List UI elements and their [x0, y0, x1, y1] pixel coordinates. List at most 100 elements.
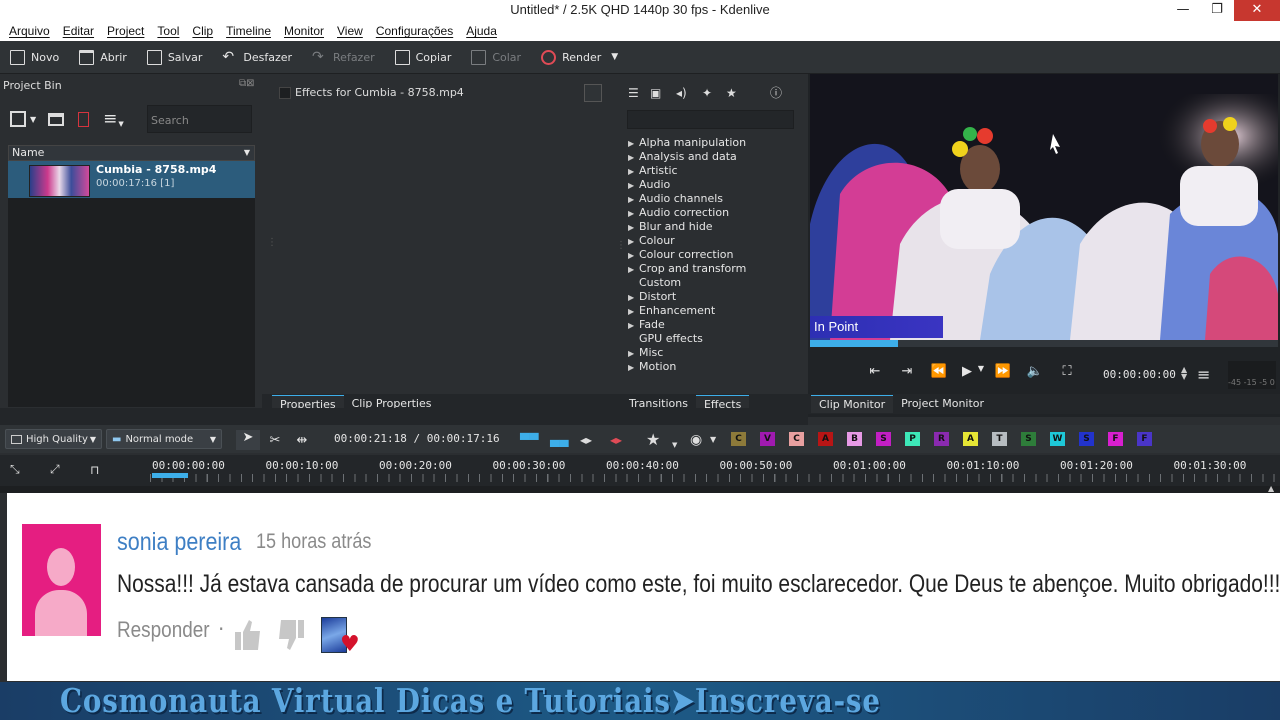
monitor-seek-bar[interactable] [810, 340, 1278, 347]
chevron-down-icon[interactable]: ▼ [672, 441, 690, 449]
splitter-handle[interactable]: ⋮ [267, 238, 277, 248]
overwrite-icon[interactable]: ▄▄ [550, 433, 580, 447]
compare-button[interactable] [584, 84, 602, 102]
copy-button[interactable]: Copiar [394, 49, 451, 65]
thumbs-up-icon[interactable] [235, 618, 261, 655]
color-label-s[interactable]: S [1021, 432, 1036, 446]
effect-category[interactable]: ▶ Motion [628, 360, 804, 374]
zoom-fit-icon[interactable]: ⤡ [10, 462, 50, 477]
marker-icon[interactable]: ◉ [690, 432, 710, 448]
set-zone-out-icon[interactable]: ⇥ [896, 364, 918, 384]
forward-icon[interactable]: ⏩ [992, 364, 1014, 384]
effect-category[interactable]: ▶ Distort [628, 290, 804, 304]
menu-monitor[interactable]: Monitor [284, 24, 324, 38]
timecode-spinner[interactable]: ▲ ▼ [1181, 366, 1187, 381]
favorite-effect-icon[interactable]: ★ [646, 430, 672, 449]
color-label-a[interactable]: A [818, 432, 833, 446]
float-close-icons[interactable]: ⧉⊠ [239, 78, 255, 89]
effects-search-input[interactable] [627, 110, 794, 129]
extract-icon[interactable]: ◂▸ [610, 433, 646, 447]
effect-category[interactable]: Custom [628, 276, 804, 290]
chevron-down-icon[interactable]: ▼ [30, 115, 36, 124]
video-preview[interactable] [810, 74, 1278, 340]
color-label-f[interactable]: F [1137, 432, 1152, 446]
comment-timestamp[interactable]: 15 horas atrás [256, 530, 371, 554]
video-effects-icon[interactable]: ▣ [650, 86, 676, 100]
effect-category[interactable]: ▶ Crop and transform [628, 262, 804, 276]
scroll-up-icon[interactable]: ▲ [1268, 484, 1274, 493]
menu-icon[interactable]: ≡ [103, 111, 117, 128]
monitor-menu-icon[interactable]: ≡ [1197, 365, 1210, 384]
bin-search-input[interactable]: Search [147, 105, 252, 133]
reply-button[interactable]: Responder [117, 617, 210, 643]
render-button[interactable]: Render ▼ [541, 49, 618, 65]
color-label-s[interactable]: S [1079, 432, 1094, 446]
zone-bar[interactable] [152, 473, 188, 478]
color-label-v[interactable]: V [760, 432, 775, 446]
save-button[interactable]: Salvar [146, 49, 202, 65]
menu-ajuda[interactable]: Ajuda [466, 24, 497, 38]
color-label-c[interactable]: C [789, 432, 804, 446]
splitter-handle[interactable]: ⋮ [616, 240, 626, 251]
comment-author[interactable]: sonia pereira [117, 528, 241, 557]
insert-icon[interactable]: ▀▀ [520, 433, 550, 447]
track-tool-icon[interactable]: ⊓ [90, 463, 99, 477]
menu-clip[interactable]: Clip [192, 24, 213, 38]
spacer-tool-icon[interactable]: ⇹ [290, 433, 314, 448]
color-label-f[interactable]: F [1108, 432, 1123, 446]
new-button[interactable]: Novo [10, 49, 59, 65]
menu-tool[interactable]: Tool [157, 24, 179, 38]
fullscreen-icon[interactable]: ⛶ [1056, 364, 1078, 384]
menu-configuracoes[interactable]: Configurações [376, 24, 453, 38]
list-icon[interactable]: ☰ [628, 86, 650, 100]
open-button[interactable]: Abrir [79, 49, 127, 65]
rewind-icon[interactable]: ⏪ [928, 364, 950, 384]
razor-tool-icon[interactable]: ✂ [260, 433, 290, 448]
volume-icon[interactable]: 🔈 [1024, 364, 1046, 384]
add-folder-icon[interactable] [48, 112, 65, 126]
play-icon[interactable]: ▶ [960, 364, 974, 384]
edit-mode-combo[interactable]: ▬ Normal mode ▼ [106, 429, 222, 449]
effect-category[interactable]: ▶ Colour correction [628, 248, 804, 262]
lift-icon[interactable]: ◂▸ [580, 433, 610, 447]
close-button[interactable]: ✕ [1234, 0, 1280, 21]
favorite-icon[interactable]: ★ [726, 86, 770, 100]
effect-category[interactable]: ▶ Colour [628, 234, 804, 248]
bin-column-header[interactable]: Name ▼ [8, 145, 255, 161]
color-label-c[interactable]: C [731, 432, 746, 446]
audio-effects-icon[interactable]: ◂) [676, 86, 702, 100]
tab-project-monitor[interactable]: Project Monitor [893, 395, 992, 413]
effect-category[interactable]: ▶ Blur and hide [628, 220, 804, 234]
color-label-r[interactable]: R [934, 432, 949, 446]
effect-category[interactable]: ▶ Enhancement [628, 304, 804, 318]
minimize-button[interactable]: — [1166, 0, 1200, 21]
monitor-timecode[interactable]: 00:00:00:00 [1103, 368, 1176, 381]
delete-icon[interactable] [78, 111, 90, 127]
chevron-down-icon[interactable]: ▼ [976, 364, 986, 384]
color-label-t[interactable]: T [992, 432, 1007, 446]
color-label-p[interactable]: P [905, 432, 920, 446]
chevron-down-icon[interactable]: ▼ [611, 52, 618, 62]
effects-enable-checkbox[interactable] [279, 87, 291, 99]
menu-project[interactable]: Project [107, 24, 144, 38]
redo-button[interactable]: ↷ Refazer [312, 50, 375, 65]
effect-category[interactable]: ▶ Artistic [628, 164, 804, 178]
quality-combo[interactable]: High Quality ▼ [5, 429, 102, 449]
zoom-icon[interactable]: ⤢ [50, 462, 90, 477]
maximize-button[interactable]: ❐ [1200, 0, 1234, 21]
menu-editar[interactable]: Editar [63, 24, 94, 38]
color-label-b[interactable]: B [847, 432, 862, 446]
tab-clip-monitor[interactable]: Clip Monitor [811, 395, 894, 413]
effect-category[interactable]: ▶ Audio correction [628, 206, 804, 220]
menu-arquivo[interactable]: Arquivo [9, 24, 50, 38]
menu-timeline[interactable]: Timeline [226, 24, 271, 38]
effect-category[interactable]: ▶ Fade [628, 318, 804, 332]
add-clip-icon[interactable] [10, 111, 26, 127]
menu-view[interactable]: View [337, 24, 363, 38]
effect-category[interactable]: ▶ Misc [628, 346, 804, 360]
effect-category[interactable]: ▶ Audio [628, 178, 804, 192]
color-label-w[interactable]: W [1050, 432, 1065, 446]
effect-category[interactable]: ▶ Audio channels [628, 192, 804, 206]
thumbs-down-icon[interactable] [278, 618, 304, 655]
set-zone-in-icon[interactable]: ⇤ [864, 364, 886, 384]
